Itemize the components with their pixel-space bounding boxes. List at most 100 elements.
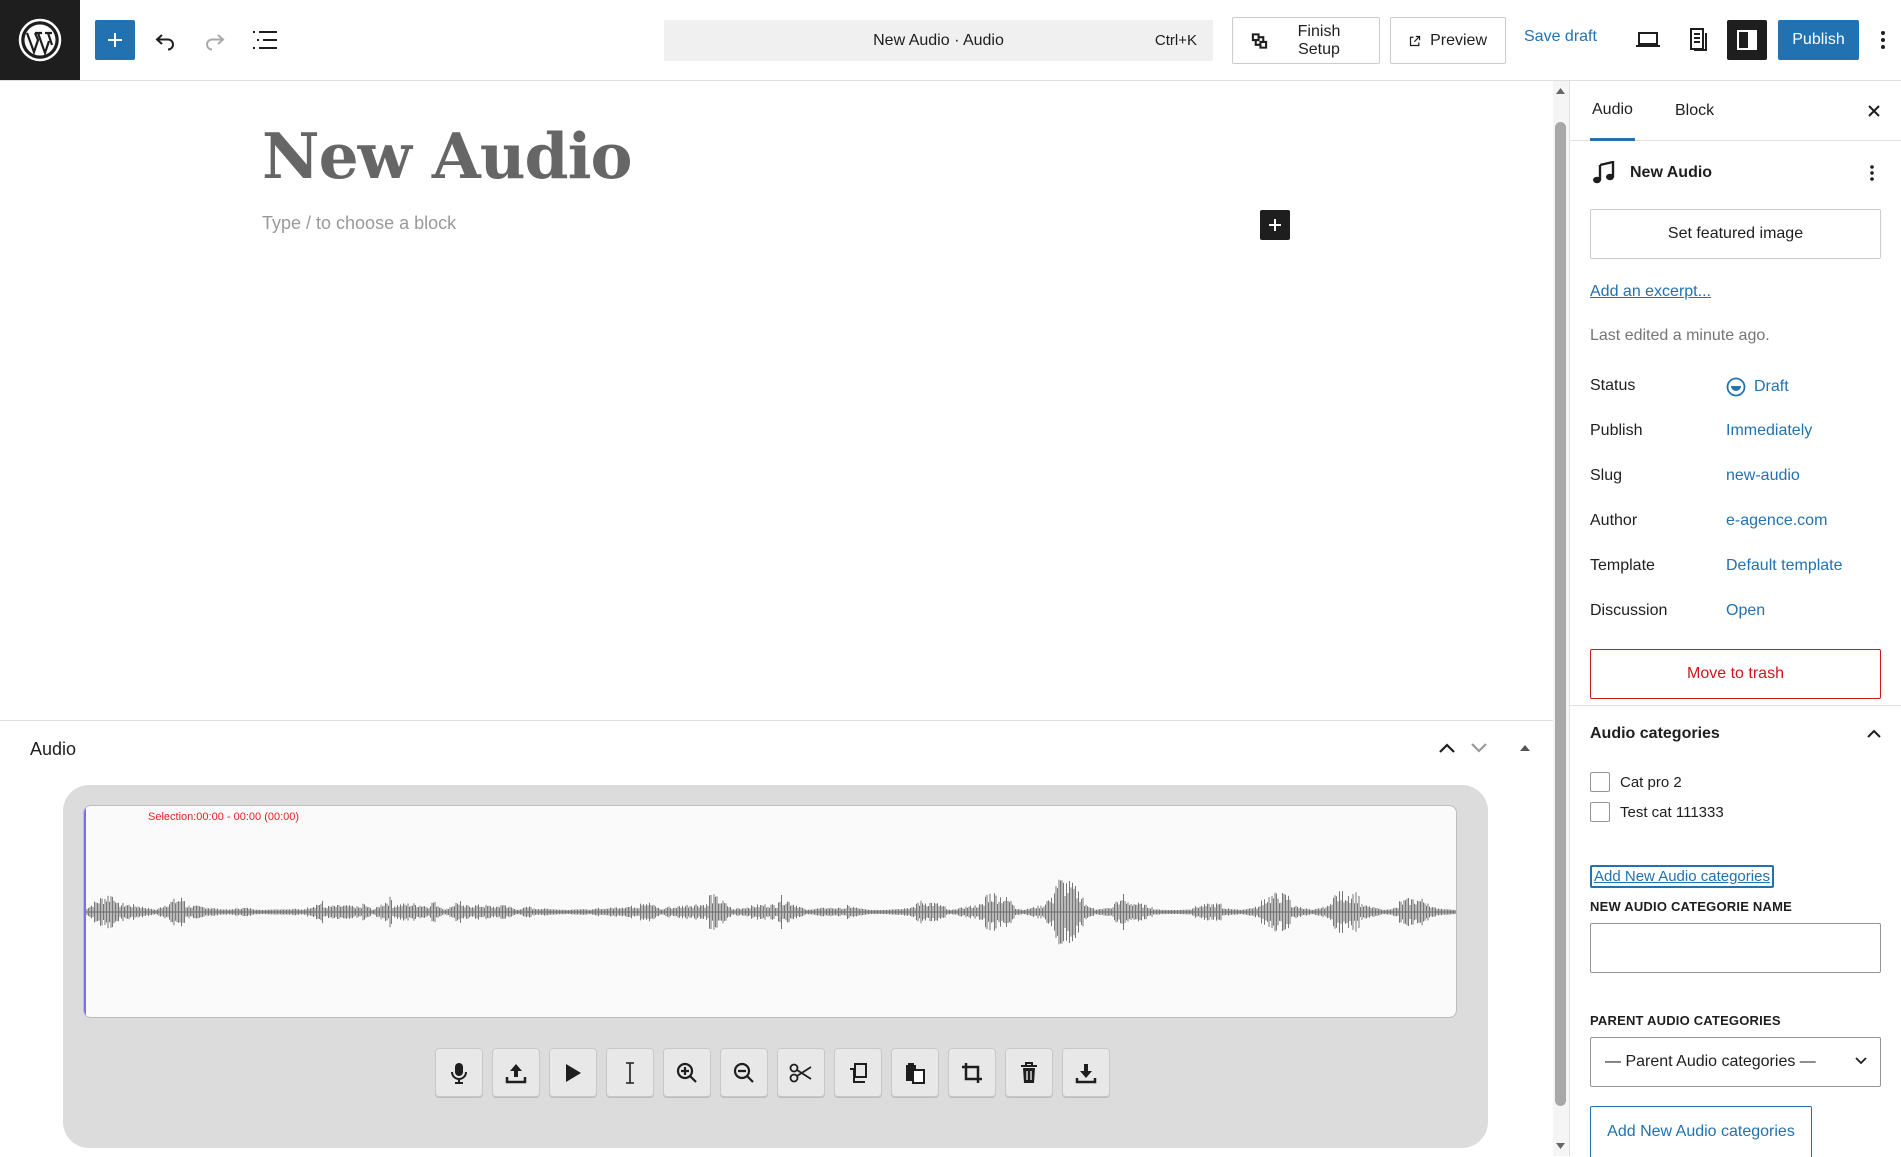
block-placeholder[interactable]: Type / to choose a block bbox=[262, 213, 456, 234]
preview-button[interactable]: Preview bbox=[1390, 17, 1506, 64]
category-checkbox[interactable] bbox=[1590, 772, 1610, 792]
document-overview-button[interactable] bbox=[245, 20, 285, 60]
save-draft-button[interactable]: Save draft bbox=[1524, 28, 1597, 46]
scrollbar-thumb[interactable] bbox=[1555, 122, 1566, 1106]
category-item[interactable]: Cat pro 2 bbox=[1590, 772, 1682, 792]
category-label: Cat pro 2 bbox=[1620, 773, 1682, 791]
discussion-row: Discussion Open bbox=[1590, 602, 1880, 626]
add-excerpt-link[interactable]: Add an excerpt... bbox=[1590, 283, 1711, 301]
author-value[interactable]: e-agence.com bbox=[1726, 512, 1827, 530]
tab-audio[interactable]: Audio bbox=[1590, 81, 1635, 141]
document-icon bbox=[1690, 28, 1707, 51]
status-label: Status bbox=[1590, 377, 1636, 394]
close-sidebar-button[interactable] bbox=[1862, 99, 1886, 123]
select-tool-button[interactable] bbox=[606, 1048, 654, 1097]
template-row: Template Default template bbox=[1590, 557, 1880, 581]
template-label: Template bbox=[1590, 557, 1655, 574]
audio-player: Selection:00:00 - 00:00 (00:00) bbox=[63, 785, 1488, 1148]
block-inserter-button[interactable] bbox=[95, 20, 135, 60]
crop-button[interactable] bbox=[948, 1048, 996, 1097]
selection-readout: Selection:00:00 - 00:00 (00:00) bbox=[148, 811, 300, 823]
new-category-name-label: NEW AUDIO CATEGORIE NAME bbox=[1590, 899, 1792, 914]
paste-icon bbox=[906, 1062, 925, 1084]
document-title: New Audio bbox=[1630, 164, 1713, 181]
toggle-panel-button[interactable] bbox=[1512, 735, 1538, 761]
draft-status-icon bbox=[1726, 377, 1746, 397]
publish-button[interactable]: Publish bbox=[1778, 20, 1859, 60]
finish-setup-label: Finish Setup bbox=[1297, 22, 1341, 58]
mic-icon bbox=[451, 1062, 467, 1084]
download-button[interactable] bbox=[1062, 1048, 1110, 1097]
text-cursor-icon bbox=[626, 1061, 634, 1084]
options-button[interactable] bbox=[1872, 20, 1894, 60]
chevron-down-icon bbox=[1855, 1057, 1867, 1065]
scissors-icon bbox=[789, 1063, 812, 1082]
more-vertical-icon bbox=[1870, 165, 1874, 181]
status-value[interactable]: Draft bbox=[1726, 377, 1789, 397]
category-label: Test cat 111333 bbox=[1620, 803, 1724, 821]
triangle-up-icon bbox=[1520, 745, 1530, 751]
upload-icon bbox=[505, 1063, 527, 1083]
move-up-button[interactable] bbox=[1434, 735, 1460, 761]
discussion-value[interactable]: Open bbox=[1726, 602, 1765, 620]
top-toolbar: New Audio · Audio Ctrl+K Finish Setup Pr… bbox=[0, 0, 1901, 81]
paste-button[interactable] bbox=[891, 1048, 939, 1097]
upload-button[interactable] bbox=[492, 1048, 540, 1097]
scroll-up-arrow-icon[interactable] bbox=[1555, 85, 1566, 96]
wordpress-logo-icon[interactable] bbox=[0, 0, 80, 80]
slug-label: Slug bbox=[1590, 467, 1623, 484]
copy-button[interactable] bbox=[834, 1048, 882, 1097]
set-featured-image-button[interactable]: Set featured image bbox=[1590, 209, 1881, 259]
document-actions-button[interactable] bbox=[1862, 160, 1882, 186]
last-edited-text: Last edited a minute ago. bbox=[1590, 327, 1770, 344]
play-button[interactable] bbox=[549, 1048, 597, 1097]
move-down-button[interactable] bbox=[1466, 735, 1492, 761]
parent-category-select[interactable]: — Parent Audio categories — bbox=[1590, 1037, 1881, 1087]
play-icon bbox=[566, 1063, 581, 1082]
settings-toggle-button[interactable] bbox=[1727, 20, 1767, 60]
redo-button[interactable] bbox=[195, 20, 235, 60]
zoom-out-button[interactable] bbox=[720, 1048, 768, 1097]
preview-label: Preview bbox=[1430, 31, 1487, 49]
finish-setup-button[interactable]: Finish Setup bbox=[1232, 17, 1380, 64]
slug-row: Slug new-audio bbox=[1590, 467, 1880, 491]
plus-icon bbox=[1269, 219, 1281, 231]
download-icon bbox=[1075, 1063, 1097, 1083]
undo-button[interactable] bbox=[145, 20, 185, 60]
add-block-button[interactable] bbox=[1260, 210, 1290, 240]
scroll-down-arrow-icon[interactable] bbox=[1555, 1140, 1566, 1151]
view-button[interactable] bbox=[1628, 20, 1668, 60]
tab-block[interactable]: Block bbox=[1673, 81, 1716, 141]
zoom-in-button[interactable] bbox=[663, 1048, 711, 1097]
categories-heading[interactable]: Audio categories bbox=[1590, 725, 1720, 743]
metabox-title: Audio bbox=[30, 739, 77, 759]
cut-button[interactable] bbox=[777, 1048, 825, 1097]
desktop-view-icon bbox=[1636, 32, 1660, 47]
slug-value[interactable]: new-audio bbox=[1726, 467, 1800, 485]
playhead-cursor[interactable] bbox=[84, 806, 86, 1017]
new-category-name-input[interactable] bbox=[1590, 923, 1881, 973]
audio-toolbar bbox=[435, 1048, 1110, 1098]
publish-value[interactable]: Immediately bbox=[1726, 422, 1812, 440]
settings-sidebar: Audio Block New Audio Set featured image… bbox=[1569, 81, 1901, 1157]
collapse-categories-button[interactable] bbox=[1862, 722, 1886, 746]
waveform[interactable]: Selection:00:00 - 00:00 (00:00) bbox=[83, 805, 1457, 1018]
category-checkbox[interactable] bbox=[1590, 802, 1610, 822]
chevron-down-icon bbox=[1471, 743, 1487, 753]
delete-button[interactable] bbox=[1005, 1048, 1053, 1097]
category-item[interactable]: Test cat 111333 bbox=[1590, 802, 1724, 822]
editor-canvas: New Audio Type / to choose a block bbox=[0, 81, 1553, 721]
move-to-trash-button[interactable]: Move to trash bbox=[1590, 649, 1881, 699]
record-button[interactable] bbox=[435, 1048, 483, 1097]
list-view-icon bbox=[253, 31, 277, 49]
chevron-up-icon bbox=[1867, 729, 1881, 738]
pages-button[interactable] bbox=[1678, 20, 1718, 60]
sidebar-icon bbox=[1737, 30, 1757, 50]
template-value[interactable]: Default template bbox=[1726, 557, 1843, 575]
add-new-category-button[interactable]: Add New Audio categories bbox=[1590, 1106, 1812, 1157]
status-row: Status Draft bbox=[1590, 377, 1880, 401]
command-palette-bar[interactable]: New Audio · Audio Ctrl+K bbox=[664, 20, 1213, 61]
post-title[interactable]: New Audio bbox=[262, 119, 633, 193]
add-new-category-link[interactable]: Add New Audio categories bbox=[1590, 865, 1774, 888]
plus-icon bbox=[108, 33, 122, 47]
